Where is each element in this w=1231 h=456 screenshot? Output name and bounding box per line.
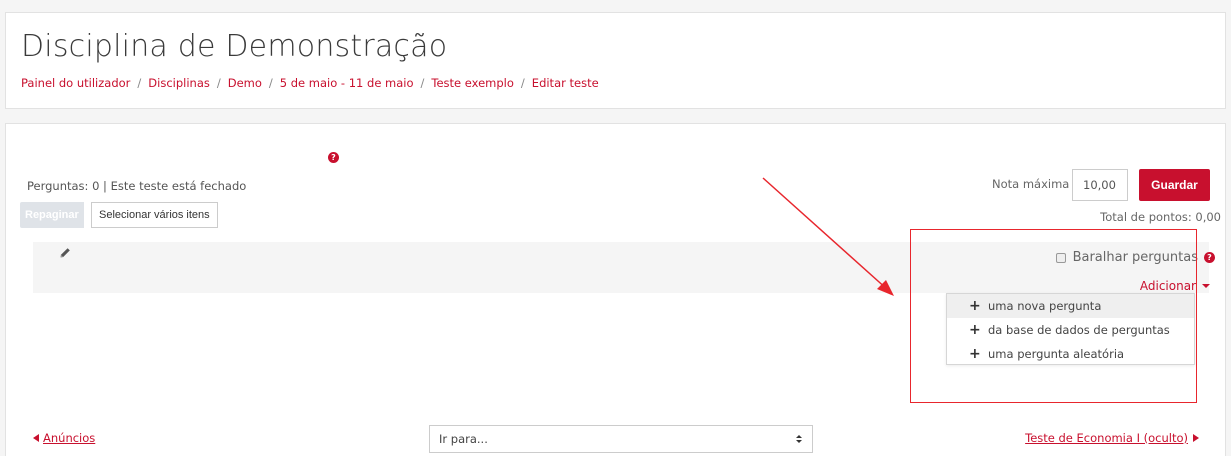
page-header: Disciplina de Demonstração Painel do uti… <box>5 12 1226 109</box>
max-grade-input[interactable]: 10,00 <box>1072 169 1128 201</box>
total-points: Total de pontos: 0,00 <box>1100 210 1221 224</box>
caret-down-icon <box>1202 284 1210 288</box>
arrow-left-icon <box>33 434 39 442</box>
select-multiple-button[interactable]: Selecionar vários itens <box>91 202 218 228</box>
breadcrumb-separator: / <box>137 76 142 90</box>
breadcrumb-separator: / <box>420 76 425 90</box>
breadcrumb-dashboard[interactable]: Painel do utilizador <box>21 76 130 90</box>
page-title: Disciplina de Demonstração <box>21 29 448 64</box>
help-icon[interactable]: ? <box>1204 252 1215 263</box>
breadcrumb-course[interactable]: Demo <box>228 76 262 90</box>
repaginate-button[interactable]: Repaginar <box>20 202 84 228</box>
arrow-right-icon <box>1193 434 1199 442</box>
breadcrumb-week[interactable]: 5 de maio - 11 de maio <box>280 76 414 90</box>
next-activity-label: Teste de Economia I (oculto) <box>1025 431 1188 445</box>
breadcrumb-separator: / <box>268 76 273 90</box>
breadcrumb: Painel do utilizador / Disciplinas / Dem… <box>21 76 599 90</box>
select-arrows-icon <box>796 435 802 443</box>
breadcrumb-edit-quiz[interactable]: Editar teste <box>532 76 599 90</box>
pencil-icon[interactable] <box>59 247 71 259</box>
jump-to-placeholder: Ir para... <box>439 432 488 446</box>
jump-to-select[interactable]: Ir para... <box>429 425 813 453</box>
breadcrumb-separator: / <box>520 76 525 90</box>
quiz-edit-panel: ? Perguntas: 0 | Este teste está fechado… <box>5 123 1226 456</box>
previous-activity-label: Anúncios <box>43 431 96 445</box>
breadcrumb-quiz[interactable]: Teste exemplo <box>431 76 514 90</box>
max-grade-label: Nota máxima <box>992 177 1070 191</box>
annotation-highlight-box <box>910 229 1197 403</box>
breadcrumb-separator: / <box>216 76 221 90</box>
next-activity-link[interactable]: Teste de Economia I (oculto) <box>1025 431 1199 445</box>
save-button[interactable]: Guardar <box>1139 169 1210 201</box>
help-icon[interactable]: ? <box>328 152 339 163</box>
previous-activity-link[interactable]: Anúncios <box>33 431 95 445</box>
breadcrumb-courses[interactable]: Disciplinas <box>148 76 210 90</box>
quiz-status: Perguntas: 0 | Este teste está fechado <box>27 179 247 193</box>
